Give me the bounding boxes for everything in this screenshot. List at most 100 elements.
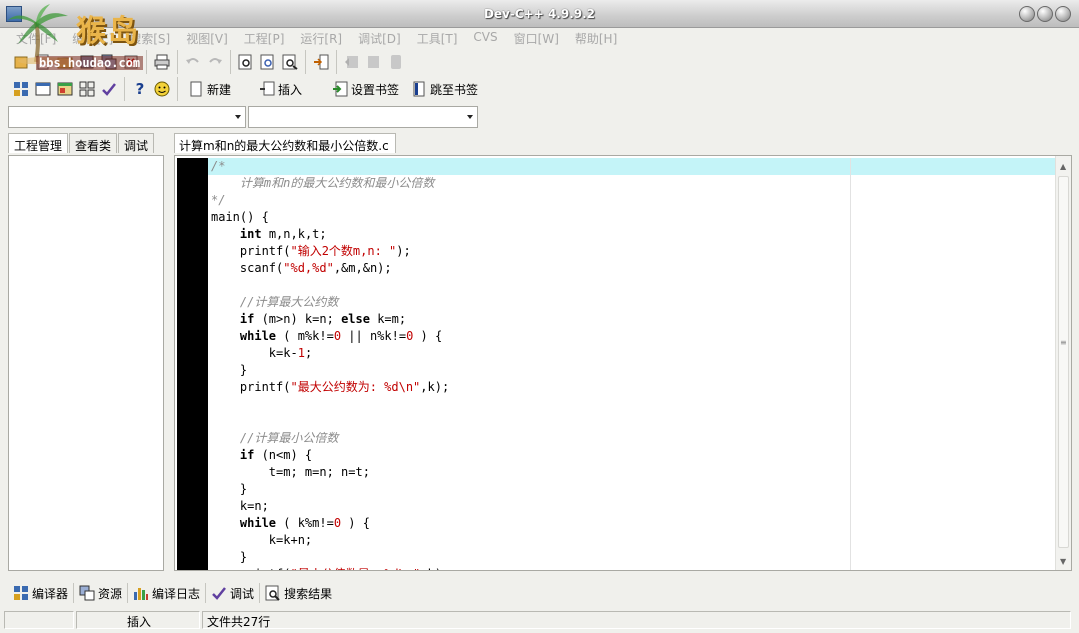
code-line[interactable]: scanf("%d,%d",&m,&n); [208,260,1056,277]
close-file-icon[interactable] [120,51,142,73]
menu-file[interactable]: 文件[F] [8,28,64,47]
resource-icon [79,585,95,601]
scroll-thumb[interactable] [1058,176,1069,548]
menu-search[interactable]: 搜索[S] [121,28,178,47]
help-toolbar-group: ? [125,77,178,101]
goto-line-icon[interactable] [310,51,332,73]
code-line[interactable]: while ( m%k!=0 || n%k!=0 ) { [208,328,1056,345]
set-bookmark-label: 设置书签 [351,82,400,97]
menu-debug[interactable]: 调试[D] [350,28,409,47]
code-line[interactable]: } [208,549,1056,566]
tab-compile-log[interactable]: 编译日志 [128,583,207,603]
code-line[interactable]: //计算最小公倍数 [208,430,1056,447]
print-icon[interactable] [151,51,173,73]
scroll-up-icon[interactable]: ▲ [1060,162,1066,171]
open-icon[interactable] [54,51,76,73]
window-controls [1019,6,1071,22]
code-line[interactable] [208,396,1056,413]
find-next-icon[interactable] [279,51,301,73]
tab-compiler[interactable]: 编译器 [8,583,75,603]
menu-view[interactable]: 视图[V] [178,28,236,47]
project-icon[interactable] [10,51,32,73]
menu-cvs[interactable]: CVS [465,28,505,47]
new-file-icon[interactable] [32,51,54,73]
run-icon[interactable] [32,78,54,100]
editor-file-tab[interactable]: 计算m和n的最大公约数和最小公倍数.c [174,133,396,153]
vertical-scrollbar[interactable]: ▲ ≡ ▼ [1055,156,1071,570]
save-all-icon[interactable] [98,51,120,73]
insert-button[interactable]: 插入 [253,78,308,100]
member-combo[interactable] [248,106,478,128]
tab-resources[interactable]: 资源 [74,583,129,603]
code-line[interactable]: printf("最小公倍数是: %d\n",k); [208,566,1056,570]
tab-class-browser[interactable]: 查看类 [69,133,118,153]
goto-bookmark-button[interactable]: 跳至书签 [405,78,484,100]
code-line[interactable]: /* [208,158,1056,175]
code-line[interactable]: k=k-1; [208,345,1056,362]
save-icon[interactable] [76,51,98,73]
maximize-button[interactable] [1037,6,1053,22]
code-line[interactable]: while ( k%m!=0 ) { [208,515,1056,532]
code-line[interactable] [208,277,1056,294]
print-toolbar-group [147,50,178,74]
menu-project[interactable]: 工程[P] [236,28,293,47]
code-line[interactable]: } [208,481,1056,498]
code-line[interactable]: k=k+n; [208,532,1056,549]
menu-run[interactable]: 运行[R] [292,28,350,47]
undo-toolbar-group [178,50,231,74]
tab-search-results-label: 搜索结果 [284,586,333,601]
code-area[interactable]: /* 计算m和n的最大公约数和最小公倍数 */main() { int m,n,k… [208,158,1056,570]
tab-debug-output[interactable]: 调试 [206,583,261,603]
close-button[interactable] [1055,6,1071,22]
code-line[interactable]: k=n; [208,498,1056,515]
code-line[interactable]: main() { [208,209,1056,226]
code-line[interactable]: if (n<m) { [208,447,1056,464]
forward-icon[interactable] [363,51,385,73]
left-panel-tabs: 工程管理 查看类 调试 [8,133,155,153]
new-button[interactable]: 新建 [182,78,237,100]
insert-button-label: 插入 [278,82,303,97]
line-gutter [177,158,208,570]
find-icon[interactable] [235,51,257,73]
new-button-label: 新建 [207,82,232,97]
about-icon[interactable] [151,78,173,100]
menu-help[interactable]: 帮助[H] [567,28,625,47]
code-line[interactable]: 计算m和n的最大公约数和最小公倍数 [208,175,1056,192]
chevron-down-icon [467,115,473,119]
scroll-down-icon[interactable]: ▼ [1060,557,1066,566]
class-combo[interactable] [8,106,246,128]
goto-toolbar-group [306,50,337,74]
back-icon[interactable] [341,51,363,73]
redo-icon[interactable] [204,51,226,73]
code-line[interactable]: if (m>n) k=n; else k=m; [208,311,1056,328]
code-line[interactable]: printf("输入2个数m,n: "); [208,243,1056,260]
code-line[interactable] [208,413,1056,430]
compile-run-icon[interactable] [54,78,76,100]
code-editor[interactable]: /* 计算m和n的最大公约数和最小公倍数 */main() { int m,n,k… [174,155,1072,571]
menu-bar: 文件[F] 编辑[E] 搜索[S] 视图[V] 工程[P] 运行[R] 调试[D… [0,28,1079,47]
document-icon[interactable] [385,51,407,73]
rebuild-icon[interactable] [76,78,98,100]
scroll-grip-icon: ≡ [1060,338,1067,347]
code-line[interactable]: */ [208,192,1056,209]
tab-debug[interactable]: 调试 [118,133,155,153]
minimize-button[interactable] [1019,6,1035,22]
tab-project-manager[interactable]: 工程管理 [8,133,69,153]
help-icon[interactable]: ? [129,78,151,100]
tab-search-results[interactable]: 搜索结果 [260,583,337,603]
code-line[interactable]: t=m; m=n; n=t; [208,464,1056,481]
secondary-toolbar: ? 新建 插入 设置书签 跳至书签 [6,76,488,102]
debug-check-icon[interactable] [98,78,120,100]
code-line[interactable]: int m,n,k,t; [208,226,1056,243]
menu-tools[interactable]: 工具[T] [409,28,466,47]
code-line[interactable]: } [208,362,1056,379]
set-bookmark-button[interactable]: 设置书签 [326,78,405,100]
replace-icon[interactable] [257,51,279,73]
menu-window[interactable]: 窗口[W] [506,28,567,47]
undo-icon[interactable] [182,51,204,73]
compile-icon[interactable] [10,78,32,100]
code-line[interactable]: //计算最大公约数 [208,294,1056,311]
menu-edit[interactable]: 编辑[E] [64,28,121,47]
code-line[interactable]: printf("最大公约数为: %d\n",k); [208,379,1056,396]
project-tree[interactable] [8,155,164,571]
